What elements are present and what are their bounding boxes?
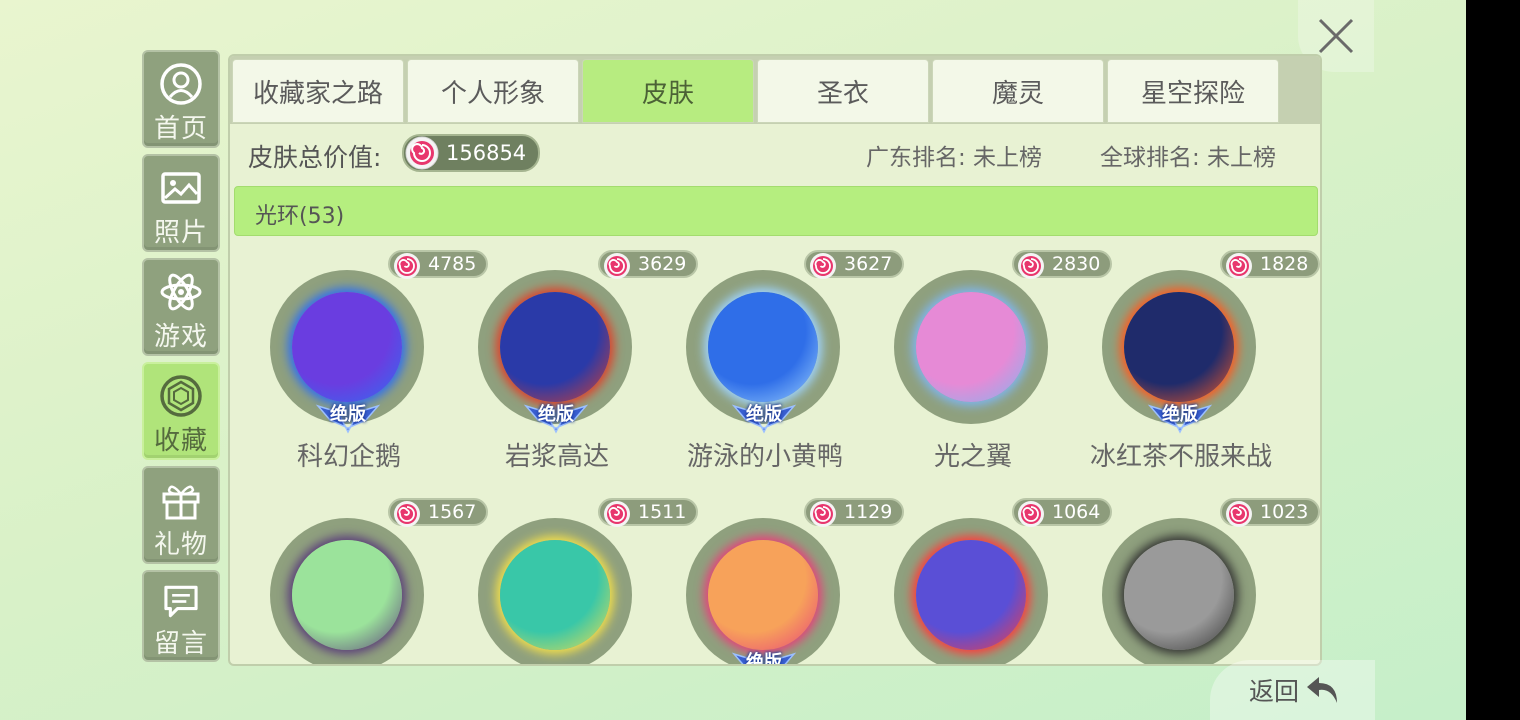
skin-summary: 皮肤总价值: 156854 广东排名: 未上榜 全球排名: 未上榜	[230, 126, 1320, 182]
photo-icon	[161, 172, 201, 204]
skin-grid: 4785 绝版 科幻企鹅 3629 绝版 岩浆高达 3627 绝版 游泳的小黄鸭 2830 光之翼 1…	[230, 244, 1320, 664]
sidebar-item-messages[interactable]: 留言	[142, 570, 220, 662]
halo-preview	[916, 540, 1026, 650]
limited-edition-badge: 绝版	[522, 398, 590, 434]
close-icon	[1318, 18, 1354, 54]
halo-preview	[500, 292, 610, 402]
back-label: 返回	[1248, 677, 1299, 706]
badge-label: 绝版	[746, 652, 782, 664]
skin-item[interactable]: 1129 绝版	[660, 498, 905, 664]
total-value-label: 皮肤总价值:	[248, 143, 382, 172]
candy-coin-icon	[1226, 501, 1252, 527]
price-badge: 1023	[1220, 498, 1320, 527]
guangdong-rank: 广东排名: 未上榜	[866, 145, 1043, 171]
limited-edition-badge: 绝版	[314, 398, 382, 434]
candy-coin-icon	[1226, 253, 1252, 279]
tab-personal-image[interactable]: 个人形象	[407, 59, 579, 123]
badge-label: 绝版	[746, 404, 782, 425]
candy-coin-icon	[810, 253, 836, 279]
skin-frame	[686, 518, 840, 664]
sidebar-item-label: 照片	[153, 218, 208, 248]
tab-star-adventure[interactable]: 星空探险	[1107, 59, 1279, 123]
sidebar-item-label: 首页	[153, 114, 208, 144]
skin-item[interactable]: 3627 绝版 游泳的小黄鸭	[660, 250, 905, 480]
system-edge	[1466, 0, 1520, 720]
gift-icon	[162, 485, 200, 520]
total-value-badge: 156854	[402, 134, 540, 172]
message-icon	[164, 585, 198, 618]
candy-coin-icon	[810, 501, 836, 527]
halo-preview	[500, 540, 610, 650]
sidebar-item-label: 礼物	[153, 530, 208, 560]
skin-frame	[894, 518, 1048, 664]
halo-preview	[916, 292, 1026, 402]
halo-preview	[708, 540, 818, 650]
skin-item[interactable]: 1511	[452, 498, 699, 664]
back-button[interactable]: 返回	[1210, 660, 1375, 720]
sidebar-item-photos[interactable]: 照片	[142, 154, 220, 252]
sidebar-item-home[interactable]: 首页	[142, 50, 220, 148]
skin-frame	[894, 270, 1048, 424]
gem-icon	[160, 375, 202, 417]
user-circle-icon	[160, 63, 202, 105]
candy-coin-icon	[1018, 501, 1044, 527]
badge-label: 绝版	[330, 404, 366, 425]
skin-item[interactable]: 1567	[244, 498, 489, 664]
candy-coin-icon	[394, 253, 420, 279]
badge-label: 绝版	[538, 404, 574, 425]
price-value: 1023	[1260, 501, 1309, 523]
sidebar-item-games[interactable]: 游戏	[142, 258, 220, 356]
total-value: 156854	[446, 141, 527, 165]
tab-bar: 收藏家之路 个人形象 皮肤 圣衣 魔灵 星空探险	[230, 56, 1320, 124]
halo-preview	[1124, 540, 1234, 650]
halo-preview	[1124, 292, 1234, 402]
skin-frame	[1102, 518, 1256, 664]
sidebar-item-label: 留言	[153, 629, 208, 659]
limited-edition-badge: 绝版	[1146, 398, 1214, 434]
skin-item[interactable]: 3629 绝版 岩浆高达	[452, 250, 699, 480]
halo-preview	[292, 540, 402, 650]
skin-frame	[478, 518, 632, 664]
sidebar-item-collection[interactable]: 收藏	[142, 362, 220, 460]
badge-label: 绝版	[1162, 404, 1198, 425]
skin-frame	[270, 518, 424, 664]
global-rank: 全球排名: 未上榜	[1100, 145, 1277, 171]
section-title: 光环(53)	[255, 204, 345, 229]
candy-coin-icon	[604, 501, 630, 527]
return-arrow-icon	[1307, 677, 1337, 703]
halo-preview	[708, 292, 818, 402]
collection-panel: 收藏家之路 个人形象 皮肤 圣衣 魔灵 星空探险 皮肤总价值: 156854 广…	[228, 54, 1322, 666]
candy-coin-icon	[405, 136, 439, 170]
candy-coin-icon	[1018, 253, 1044, 279]
limited-edition-badge: 绝版	[730, 646, 798, 664]
skin-item[interactable]: 1064	[868, 498, 1113, 664]
skin-item[interactable]: 1023	[1076, 498, 1320, 664]
section-header-halo[interactable]: 光环(53)	[234, 186, 1318, 236]
tab-holy-cloth[interactable]: 圣衣	[757, 59, 929, 123]
sidebar-item-label: 收藏	[153, 426, 208, 456]
atom-icon	[160, 273, 202, 311]
tab-skins[interactable]: 皮肤	[582, 59, 754, 123]
skin-item[interactable]: 4785 绝版 科幻企鹅	[244, 250, 489, 480]
price-value: 1828	[1260, 253, 1309, 275]
halo-preview	[292, 292, 402, 402]
sidebar-item-gifts[interactable]: 礼物	[142, 466, 220, 564]
skin-name: 冰红茶不服来战	[1089, 442, 1272, 472]
limited-edition-badge: 绝版	[730, 398, 798, 434]
tab-spirits[interactable]: 魔灵	[932, 59, 1104, 123]
sidebar-item-label: 游戏	[153, 322, 208, 352]
candy-coin-icon	[394, 501, 420, 527]
skin-item[interactable]: 2830 光之翼	[868, 250, 1113, 480]
candy-coin-icon	[604, 253, 630, 279]
price-badge: 1828	[1220, 250, 1320, 279]
tab-collector-road[interactable]: 收藏家之路	[232, 59, 404, 123]
skin-item[interactable]: 1828 绝版冰红茶不服来战	[1076, 250, 1320, 480]
